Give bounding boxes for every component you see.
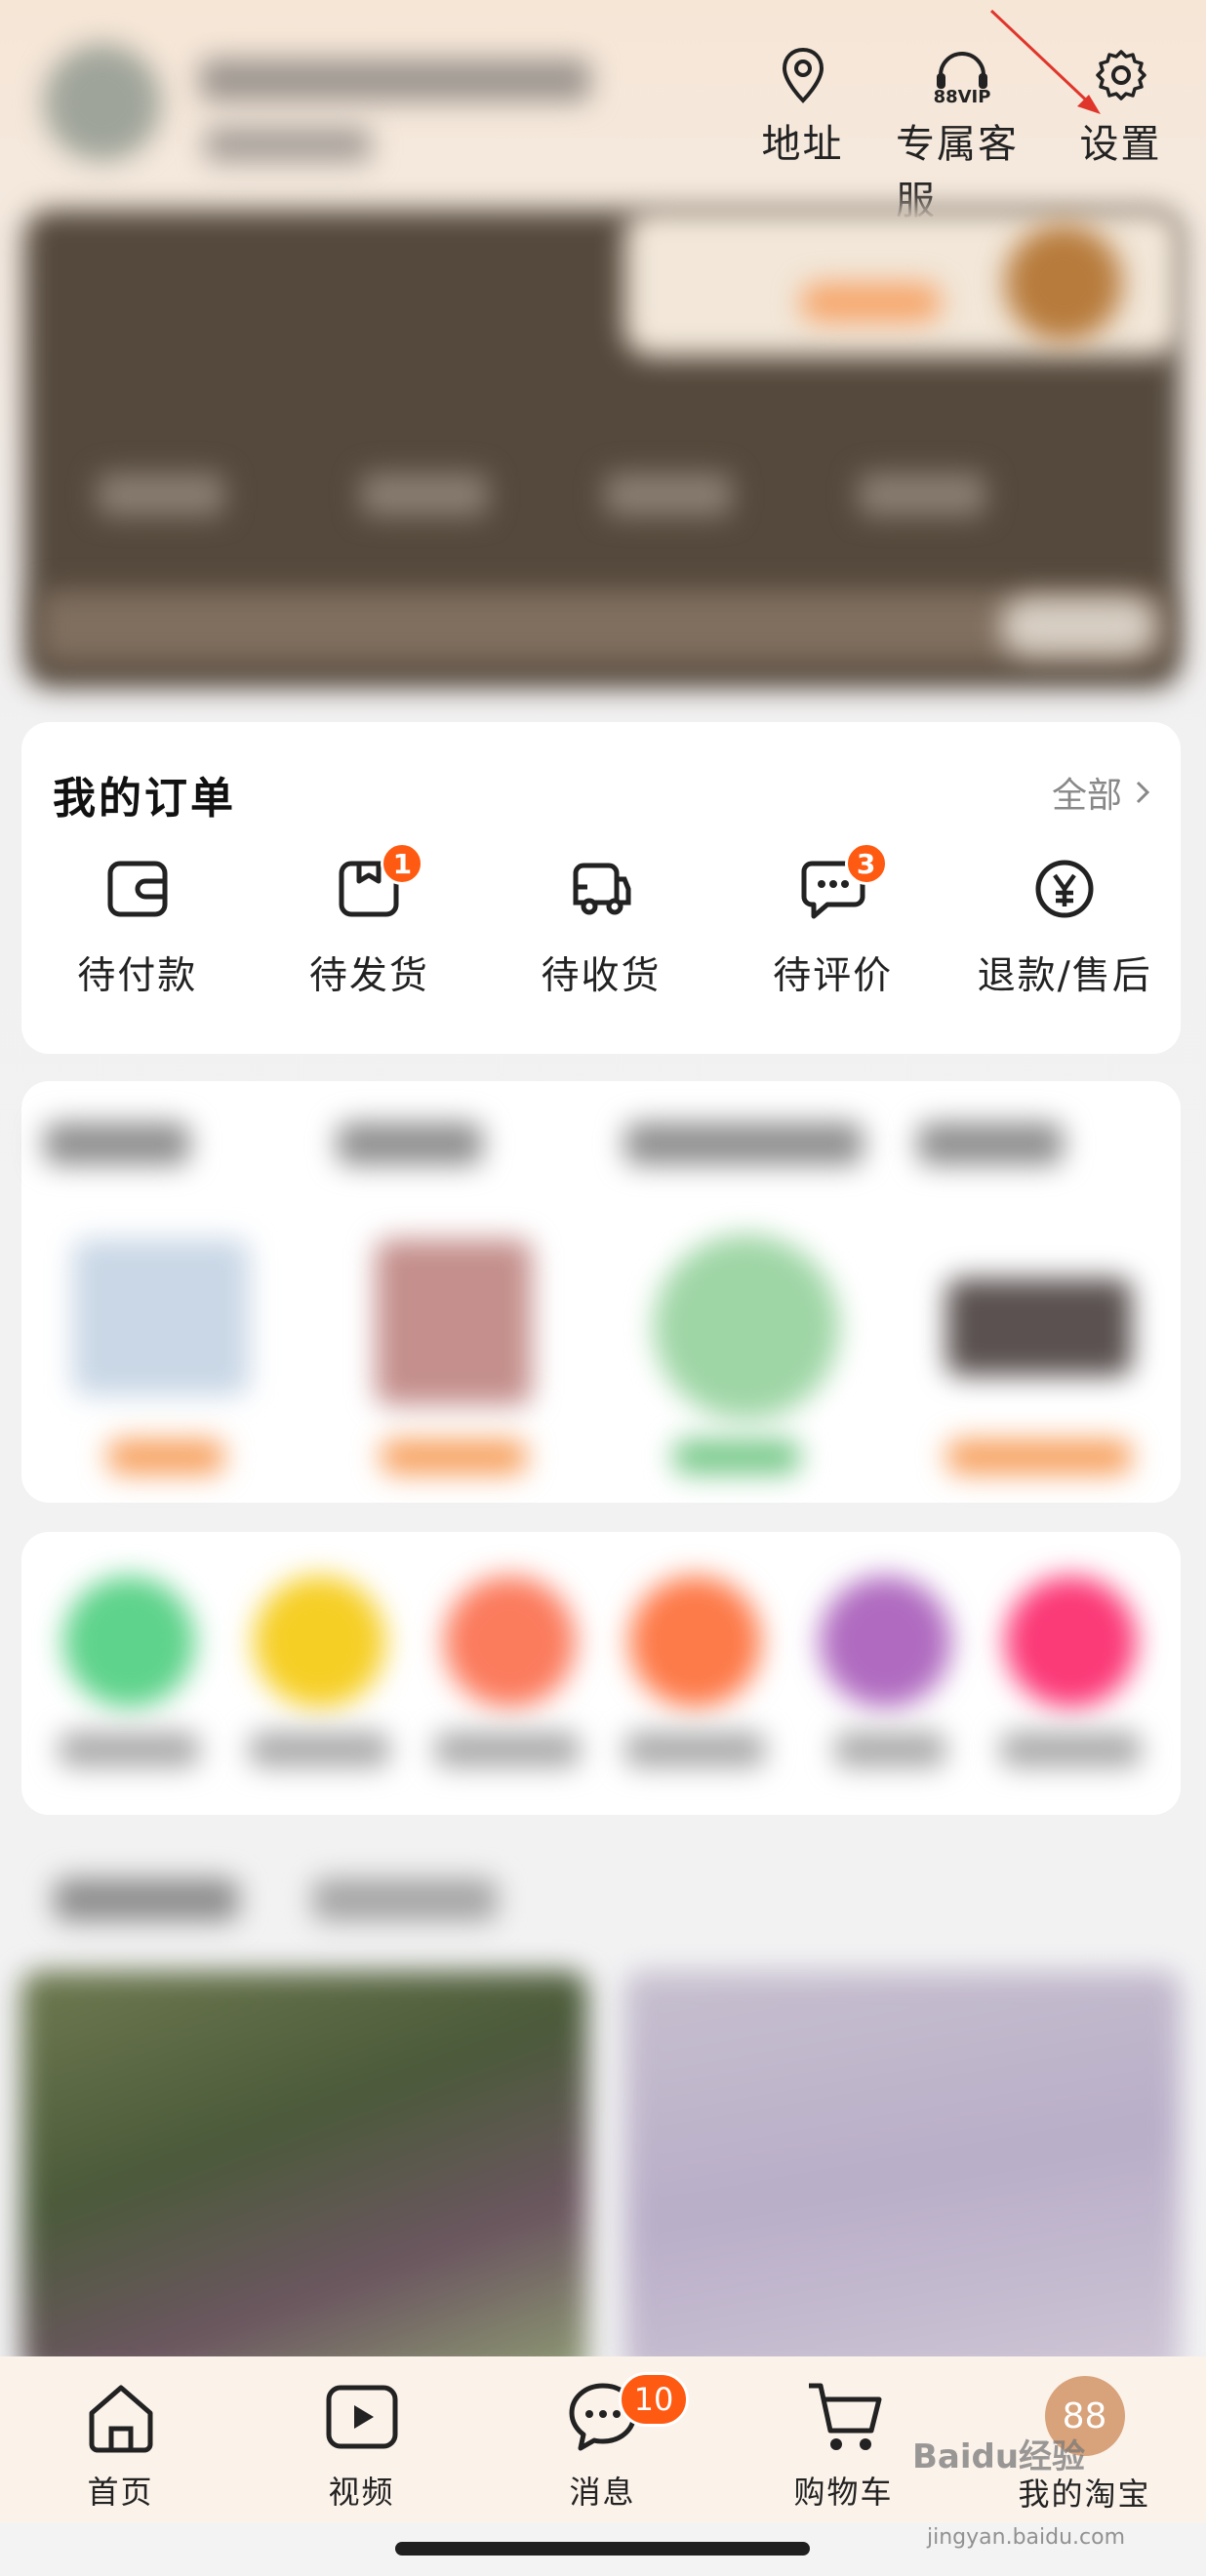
address-button[interactable]: 地址 — [737, 44, 868, 225]
promo-image — [1005, 224, 1122, 342]
video-play-icon — [326, 2385, 397, 2449]
wallet-icon — [107, 861, 168, 917]
recommend-item-image[interactable] — [376, 1239, 532, 1405]
watermark-url: jingyan.baidu.com — [927, 2525, 1126, 2550]
card-stat[interactable] — [859, 473, 985, 516]
card-strip-button[interactable] — [1000, 597, 1156, 656]
order-refund-aftersale[interactable]: 退款/售后 — [948, 854, 1181, 1000]
tab-messages-label: 消息 — [569, 2474, 636, 2511]
pending-shipment-label: 待发货 — [308, 954, 429, 998]
truck-icon — [573, 863, 631, 915]
recommend-item-image[interactable] — [946, 1278, 1132, 1376]
card-stat[interactable] — [605, 473, 732, 516]
recommend-title — [44, 1122, 190, 1165]
recommend-item-price — [946, 1439, 1132, 1474]
order-status-row: 待付款 1 待发货 待收货 3 待评价 退款/售后 — [21, 842, 1181, 1000]
messages-badge: 10 — [619, 2372, 689, 2427]
feed-tab[interactable] — [54, 1878, 239, 1921]
feed-item-image[interactable] — [21, 1971, 587, 2381]
tab-home[interactable]: 首页 — [0, 2356, 241, 2522]
my-orders-card: 我的订单 全部 待付款 1 待发货 待收货 3 待评价 退款/售后 — [21, 722, 1181, 1054]
recommend-item-price — [673, 1439, 800, 1474]
service-icon[interactable] — [629, 1576, 761, 1708]
recommend-item-price — [381, 1439, 527, 1474]
recommend-item-image[interactable] — [654, 1234, 839, 1420]
chevron-right-icon — [1136, 781, 1150, 804]
home-icon — [89, 2385, 152, 2453]
promo-button[interactable] — [800, 283, 942, 322]
pending-payment-label: 待付款 — [77, 954, 198, 998]
recommend-title — [337, 1122, 483, 1165]
user-name — [200, 59, 590, 101]
orders-all-link[interactable]: 全部 — [1052, 767, 1151, 818]
cart-icon — [808, 2383, 881, 2450]
location-pin-icon — [782, 47, 824, 103]
recommend-item-image[interactable] — [73, 1239, 249, 1395]
refund-aftersale-label: 退款/售后 — [977, 954, 1152, 998]
annotation-arrow — [989, 9, 1101, 114]
orders-title: 我的订单 — [53, 774, 236, 824]
service-icon[interactable] — [1005, 1576, 1137, 1708]
tab-video-label: 视频 — [328, 2474, 395, 2511]
address-label: 地址 — [761, 122, 844, 167]
feed-tab[interactable] — [312, 1878, 498, 1921]
pending-review-label: 待评价 — [773, 954, 894, 998]
tab-messages[interactable]: 10 消息 — [482, 2356, 723, 2522]
yen-circle-icon — [1035, 860, 1094, 918]
service-icon[interactable] — [820, 1576, 951, 1708]
tab-cart-label: 购物车 — [793, 2474, 894, 2511]
user-subtitle — [205, 127, 371, 162]
order-pending-payment[interactable]: 待付款 — [21, 854, 254, 1000]
pending-shipment-badge: 1 — [381, 842, 424, 885]
service-label — [249, 1732, 390, 1767]
customer-service-label: 专属客服 — [896, 122, 1019, 223]
card-stat[interactable] — [98, 473, 224, 516]
service-label — [834, 1732, 946, 1767]
service-label — [59, 1732, 200, 1767]
recommend-item-price — [107, 1439, 224, 1474]
service-icon[interactable] — [63, 1576, 195, 1708]
service-label — [1000, 1732, 1142, 1767]
tab-video[interactable]: 视频 — [241, 2356, 482, 2522]
service-icon[interactable] — [444, 1576, 576, 1708]
services-panel — [21, 1532, 1181, 1815]
header-actions: 地址 88VIP 专属客服 设置 — [737, 44, 1186, 225]
orders-all-label: 全部 — [1051, 776, 1122, 816]
home-indicator[interactable] — [395, 2542, 810, 2556]
order-pending-shipment[interactable]: 1 待发货 — [254, 842, 486, 1000]
feed-item-image[interactable] — [624, 1971, 1181, 2381]
order-pending-review[interactable]: 3 待评价 — [717, 842, 949, 1000]
pending-review-badge: 3 — [844, 842, 888, 885]
watermark: Baidu经验 — [912, 2437, 1086, 2476]
user-avatar[interactable] — [44, 44, 161, 161]
card-stat[interactable] — [361, 473, 488, 516]
recommend-title — [624, 1122, 864, 1165]
service-icon[interactable] — [254, 1576, 385, 1708]
order-pending-receipt[interactable]: 待收货 — [485, 854, 717, 1000]
service-label — [624, 1732, 766, 1767]
recommend-title — [917, 1122, 1064, 1165]
pending-receipt-label: 待收货 — [541, 954, 662, 998]
tab-home-label: 首页 — [87, 2474, 154, 2511]
service-label — [434, 1732, 581, 1767]
